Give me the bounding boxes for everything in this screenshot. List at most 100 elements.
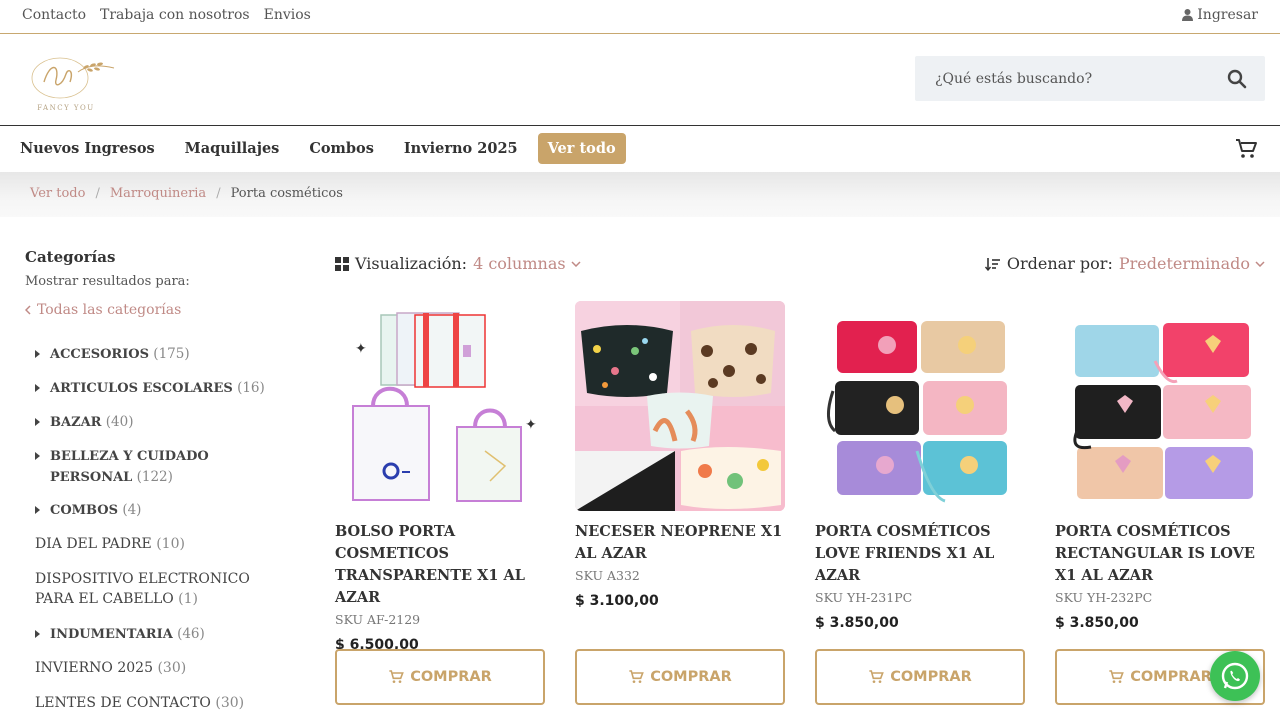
category-item[interactable]: BELLEZA Y CUIDADO PERSONAL (122) <box>25 446 285 488</box>
svg-text:✦: ✦ <box>355 341 367 357</box>
category-item[interactable]: INVIERNO 2025 (30) <box>25 658 295 678</box>
love-friends-pouch-image <box>815 301 1025 511</box>
whatsapp-button[interactable] <box>1210 651 1260 701</box>
sort-value[interactable]: Predeterminado <box>1119 254 1265 273</box>
sidebar-title: Categorías <box>25 248 116 266</box>
chevron-down-icon <box>571 260 581 267</box>
category-item[interactable]: DIA DEL PADRE (10) <box>25 534 295 554</box>
buy-button[interactable]: COMPRAR <box>575 649 785 705</box>
nav-item-winter-2025[interactable]: Invierno 2025 <box>404 140 518 157</box>
category-item[interactable]: BAZAR (40) <box>25 412 295 433</box>
sort-selector[interactable]: Ordenar por: Predeterminado <box>984 254 1265 273</box>
breadcrumb-separator: / <box>95 186 100 201</box>
category-sidebar: Categorías Mostrar resultados para: Toda… <box>25 248 295 711</box>
breadcrumb-separator: / <box>216 186 221 201</box>
cart-icon <box>629 670 645 683</box>
product-name[interactable]: PORTA COSMÉTICOS LOVE FRIENDS X1 AL AZAR <box>815 521 1025 587</box>
view-value[interactable]: 4 columnas <box>473 254 581 273</box>
category-item[interactable]: DISPOSITIVO ELECTRONICO PARA EL CABELLO … <box>25 569 285 609</box>
listing-toolbar: Visualización: 4 columnas Ordenar por: P… <box>335 254 1265 276</box>
product-price: $ 3.850,00 <box>815 615 899 631</box>
category-item[interactable]: COMBOS (4) <box>25 500 295 521</box>
top-links: Contacto Trabaja con nosotros Envios <box>22 7 311 23</box>
product-sku: SKU YH-232PC <box>1055 590 1153 605</box>
caret-right-icon <box>35 384 40 392</box>
nav-item-combos[interactable]: Combos <box>309 140 374 157</box>
product-name[interactable]: NECESER NEOPRENE X1 AL AZAR <box>575 521 785 565</box>
product-card: ✦ ✦ BOLSO PORTA COSMETICOS TRANSPARENTE … <box>335 301 545 653</box>
breadcrumb-leather-goods[interactable]: Marroquineria <box>110 186 206 201</box>
sidebar-subtitle: Mostrar resultados para: <box>25 274 190 289</box>
caret-right-icon <box>35 350 40 358</box>
category-item[interactable]: ACCESORIOS (175) <box>25 344 295 365</box>
cart-icon[interactable] <box>1234 137 1258 161</box>
chevron-down-icon <box>1255 260 1265 267</box>
caret-right-icon <box>35 418 40 426</box>
breadcrumb-current: Porta cosméticos <box>230 186 343 201</box>
top-bar: Contacto Trabaja con nosotros Envios Ing… <box>0 0 1280 34</box>
search-icon[interactable] <box>1227 69 1247 89</box>
clear-bags-image: ✦ ✦ <box>335 301 545 511</box>
sort-value-text: Predeterminado <box>1118 254 1250 273</box>
all-categories-label: Todas las categorías <box>37 302 182 318</box>
category-item[interactable]: INDUMENTARIA (46) <box>25 624 295 645</box>
nav-item-makeup[interactable]: Maquillajes <box>185 140 280 157</box>
all-categories-link[interactable]: Todas las categorías <box>25 302 295 318</box>
caret-right-icon <box>35 506 40 514</box>
caret-right-icon <box>35 630 40 638</box>
svg-text:✦: ✦ <box>525 417 537 433</box>
sort-icon <box>984 257 1000 271</box>
fancy-you-logo: FANCY YOU <box>31 57 115 112</box>
product-sku: SKU A332 <box>575 568 640 583</box>
main-nav: Nuevos Ingresos Maquillajes Combos Invie… <box>0 126 1280 172</box>
breadcrumb: Ver todo / Marroquineria / Porta cosméti… <box>0 172 1280 217</box>
nav-item-new-arrivals[interactable]: Nuevos Ingresos <box>20 140 155 157</box>
caret-right-icon <box>35 452 40 460</box>
search-bar <box>915 56 1265 101</box>
search-input[interactable] <box>915 56 1215 101</box>
product-card: PORTA COSMÉTICOS RECTANGULAR IS LOVE X1 … <box>1055 301 1265 631</box>
buy-label: COMPRAR <box>650 669 732 685</box>
view-label: Visualización: <box>355 254 468 273</box>
buy-button[interactable]: COMPRAR <box>815 649 1025 705</box>
work-with-us-link[interactable]: Trabaja con nosotros <box>100 7 250 23</box>
nav-item-see-all[interactable]: Ver todo <box>537 132 626 164</box>
login-label: Ingresar <box>1197 7 1258 23</box>
neoprene-pouch-image <box>575 301 785 511</box>
category-item[interactable]: ARTICULOS ESCOLARES (16) <box>25 378 295 399</box>
product-sku: SKU YH-231PC <box>815 590 913 605</box>
cart-icon <box>1109 670 1125 683</box>
buy-label: COMPRAR <box>890 669 972 685</box>
product-card: PORTA COSMÉTICOS LOVE FRIENDS X1 AL AZAR… <box>815 301 1025 631</box>
breadcrumb-see-all[interactable]: Ver todo <box>30 186 85 201</box>
product-name[interactable]: PORTA COSMÉTICOS RECTANGULAR IS LOVE X1 … <box>1055 521 1265 587</box>
view-selector[interactable]: Visualización: 4 columnas <box>335 254 581 273</box>
product-card: NECESER NEOPRENE X1 AL AZAR SKU A332 $ 3… <box>575 301 785 609</box>
product-image[interactable]: ✦ ✦ <box>335 301 545 511</box>
contact-link[interactable]: Contacto <box>22 7 86 23</box>
buy-button[interactable]: COMPRAR <box>335 649 545 705</box>
product-image[interactable] <box>815 301 1025 511</box>
product-image[interactable] <box>1055 301 1265 511</box>
chevron-left-icon <box>25 305 31 315</box>
view-value-text: 4 columnas <box>473 254 566 273</box>
shipping-link[interactable]: Envios <box>264 7 311 23</box>
product-name[interactable]: BOLSO PORTA COSMETICOS TRANSPARENTE X1 A… <box>335 521 545 609</box>
grid-icon <box>335 256 349 271</box>
product-price: $ 3.850,00 <box>1055 615 1139 631</box>
product-image[interactable] <box>575 301 785 511</box>
category-item[interactable]: LENTES DE CONTACTO (30) <box>25 693 295 713</box>
cart-icon <box>869 670 885 683</box>
sort-label: Ordenar por: <box>1006 254 1113 273</box>
logo-text: FANCY YOU <box>37 104 94 112</box>
cart-icon <box>389 670 405 683</box>
login-link[interactable]: Ingresar <box>1182 7 1258 23</box>
buy-label: COMPRAR <box>1130 669 1212 685</box>
buy-label: COMPRAR <box>410 669 492 685</box>
user-icon <box>1182 9 1194 21</box>
logo[interactable]: FANCY YOU <box>16 52 120 112</box>
product-price: $ 3.100,00 <box>575 593 659 609</box>
whatsapp-icon <box>1221 662 1249 690</box>
header: FANCY YOU <box>0 34 1280 126</box>
is-love-pouch-image <box>1055 301 1265 511</box>
